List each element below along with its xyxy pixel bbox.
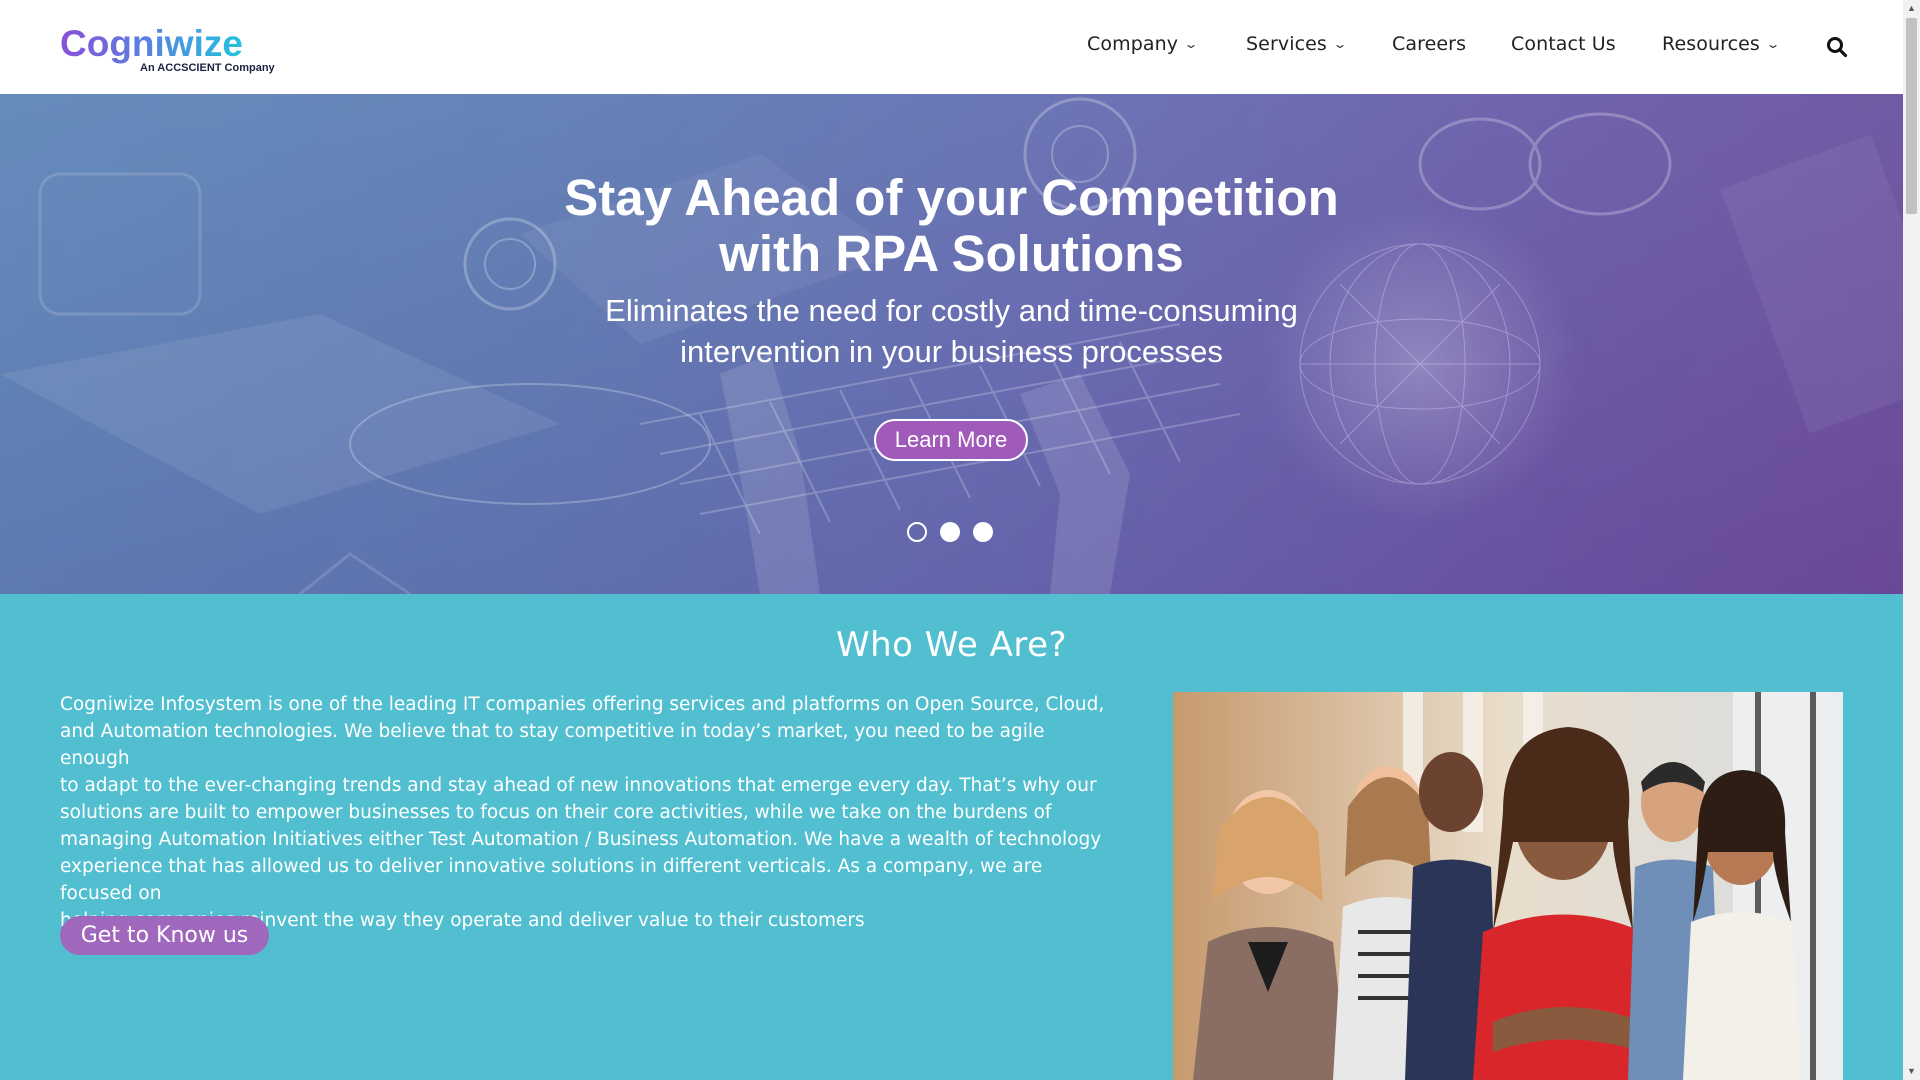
scroll-up-icon[interactable]: ▲: [1903, 0, 1920, 17]
nav-item-label: Contact Us: [1511, 33, 1616, 55]
nav-item-services[interactable]: Services ⌄: [1246, 33, 1348, 55]
hero-subtitle-line: intervention in your business processes: [680, 334, 1223, 369]
chevron-down-icon: ⌄: [1183, 37, 1199, 51]
logo-tagline: An ACCSCIENT Company: [140, 62, 275, 74]
hero-title-line: Stay Ahead of your Competition: [564, 169, 1339, 226]
slider-dot-1[interactable]: [907, 522, 927, 542]
chevron-down-icon: ⌄: [1765, 37, 1781, 51]
team-photo: [1173, 692, 1843, 1080]
paragraph-line: experience that has allowed us to delive…: [60, 856, 1043, 904]
nav-item-resources[interactable]: Resources ⌄: [1662, 33, 1781, 55]
hero-subtitle: Eliminates the need for costly and time-…: [0, 290, 1903, 372]
chevron-down-icon: ⌄: [1332, 37, 1348, 51]
nav-item-label: Services: [1246, 33, 1327, 55]
nav-item-careers[interactable]: Careers: [1392, 33, 1466, 55]
learn-more-button[interactable]: Learn More: [874, 419, 1028, 461]
hero-title: Stay Ahead of your Competition with RPA …: [0, 170, 1903, 282]
section-heading: Who We Are?: [835, 625, 1068, 665]
nav-item-contact-us[interactable]: Contact Us: [1511, 33, 1616, 55]
paragraph-line: managing Automation Initiatives either T…: [60, 829, 1102, 850]
slider-pagination: [907, 522, 997, 546]
paragraph-line: Cogniwize Infosystem is one of the leadi…: [60, 694, 1105, 715]
paragraph-line: to adapt to the ever-changing trends and…: [60, 775, 1097, 796]
search-icon[interactable]: [1826, 36, 1848, 58]
site-header: Cogniwize An ACCSCIENT Company Company ⌄ …: [0, 0, 1903, 94]
about-paragraph: Cogniwize Infosystem is one of the leadi…: [60, 691, 1110, 934]
scrollbar-thumb[interactable]: [1906, 18, 1917, 214]
paragraph-line: solutions are built to empower businesse…: [60, 802, 1052, 823]
who-we-are-section: Who We Are? Cogniwize Infosystem is one …: [0, 594, 1903, 1080]
paragraph-line: and Automation technologies. We believe …: [60, 721, 1045, 769]
scroll-down-icon[interactable]: ▼: [1903, 1063, 1920, 1080]
hero-title-line: with RPA Solutions: [719, 225, 1184, 282]
hero-slider: Stay Ahead of your Competition with RPA …: [0, 94, 1903, 594]
slider-dot-3[interactable]: [973, 522, 993, 542]
slider-dot-2[interactable]: [940, 522, 960, 542]
nav-item-company[interactable]: Company ⌄: [1087, 33, 1199, 55]
hero-subtitle-line: Eliminates the need for costly and time-…: [605, 293, 1298, 328]
nav-item-label: Careers: [1392, 33, 1467, 55]
get-to-know-us-button[interactable]: Get to Know us: [60, 916, 269, 955]
main-nav: Company ⌄ Services ⌄ Careers Contact Us Re…: [0, 33, 1903, 63]
nav-item-label: Company: [1087, 33, 1179, 55]
nav-item-label: Resources: [1662, 33, 1760, 55]
page-scrollbar[interactable]: ▲ ▼: [1903, 0, 1920, 1080]
